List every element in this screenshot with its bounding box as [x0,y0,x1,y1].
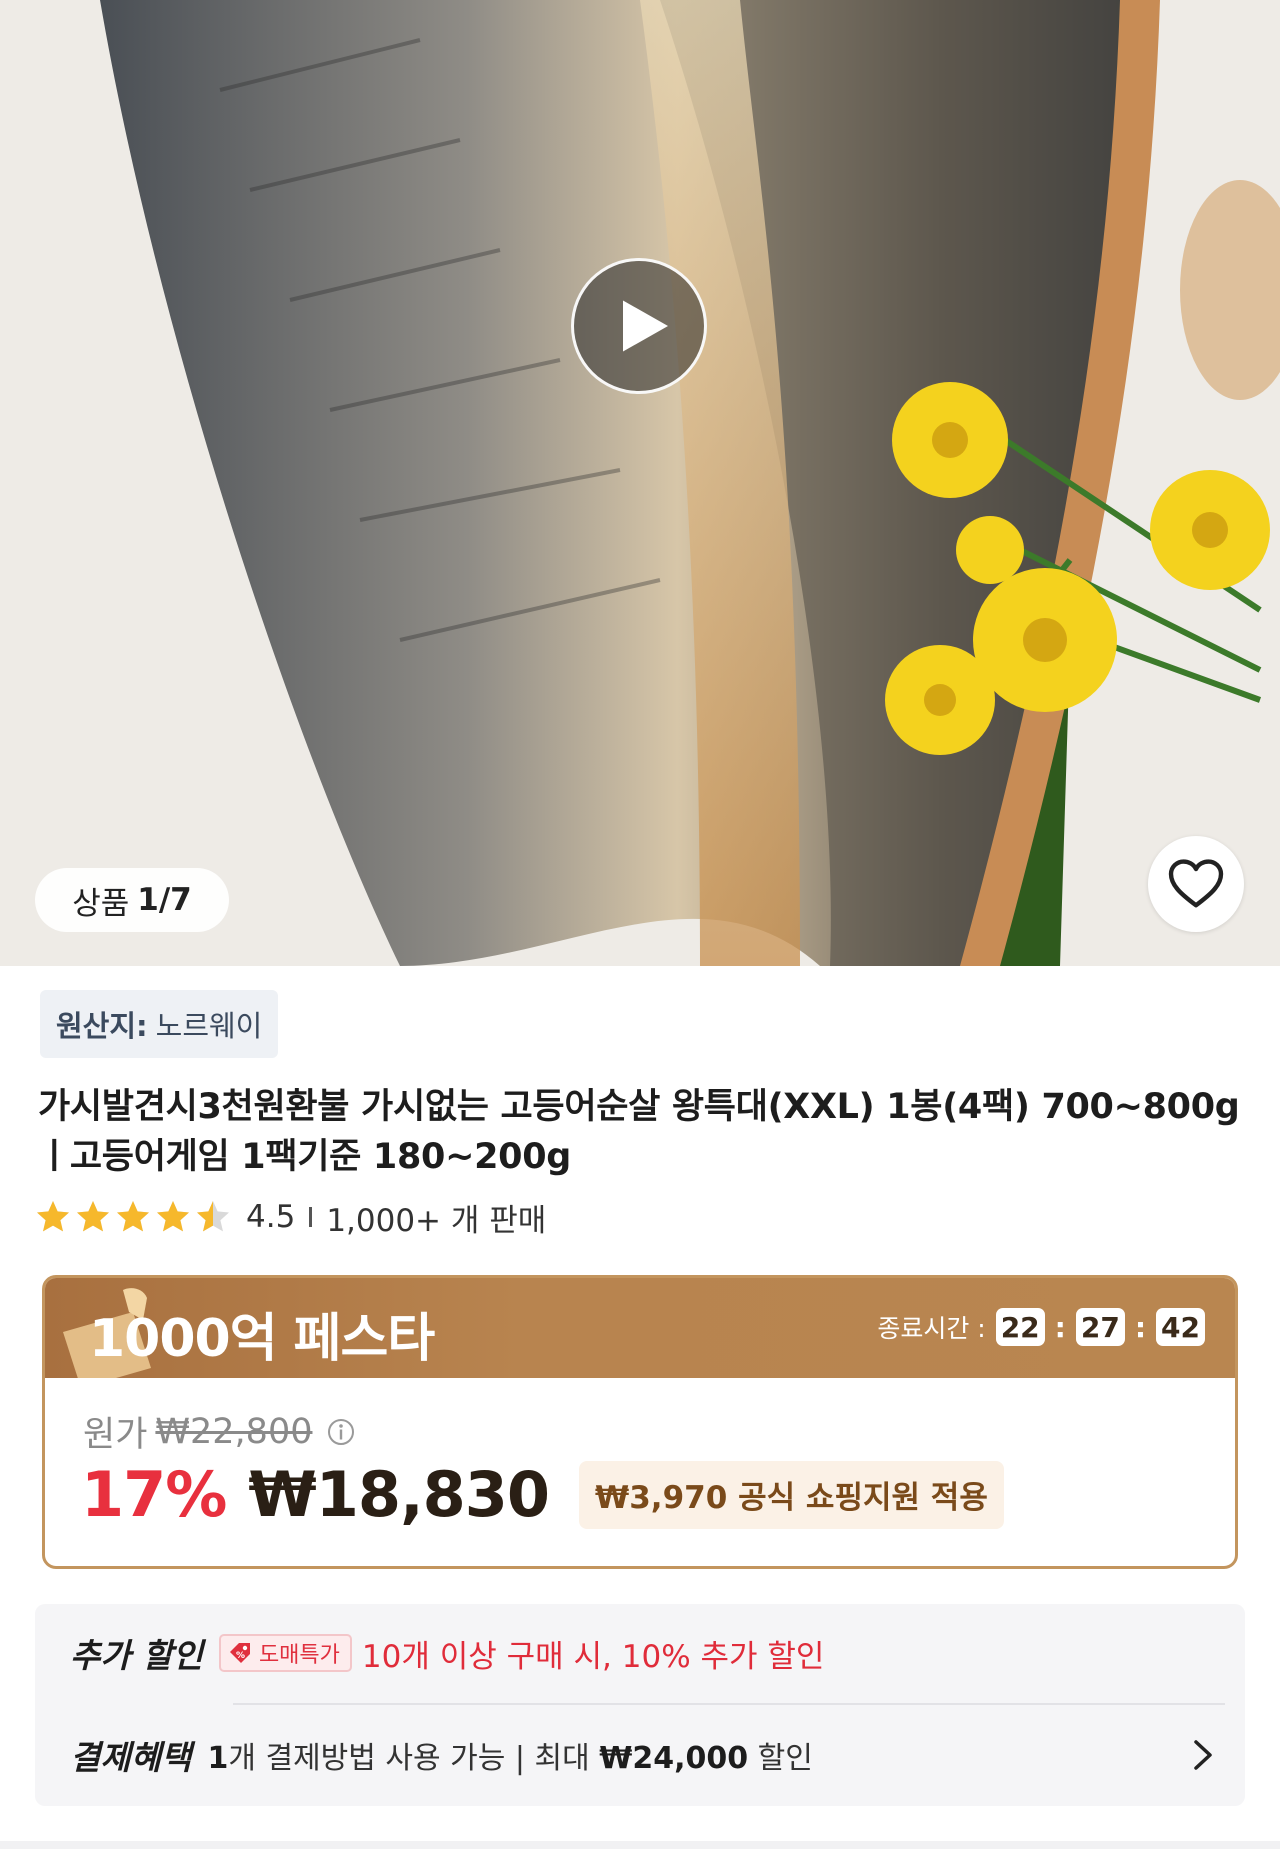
info-icon[interactable] [326,1417,356,1447]
promo-header: 1000억 페스타 종료시간 : 22 : 27 : 42 [45,1278,1235,1378]
star-icon [77,1201,109,1232]
image-counter: 상품 1/7 [35,868,229,932]
product-image-gallery[interactable]: 상품 1/7 [0,0,1280,966]
product-photo [0,0,1280,966]
extra-discount-text: 10개 이상 구매 시, 10% 추가 할인 [361,1638,825,1675]
timer-minutes: 27 [1075,1308,1125,1346]
chevron-right-icon[interactable] [1184,1736,1220,1774]
star-rating [34,1198,232,1236]
product-title: 가시발견시3천원환불 가시없는 고등어순살 왕특대(XXL) 1봉(4팩) 70… [38,1087,1240,1177]
countdown-timer: 종료시간 : 22 : 27 : 42 [877,1308,1205,1346]
promo-price-box: 1000억 페스타 종료시간 : 22 : 27 : 42 원가 ₩22,800… [42,1275,1238,1569]
heart-icon [1168,859,1224,908]
divider [309,1207,313,1227]
payment-count: 1 [207,1741,229,1776]
timer-label: 종료시간 : [877,1314,986,1343]
promo-title: 1000억 페스타 [89,1309,435,1369]
original-price-label: 원가 [83,1415,148,1455]
timer-colon: : [1054,1310,1066,1344]
star-icon [197,1201,229,1232]
section-divider [0,1841,1280,1849]
divider [233,1703,1225,1705]
image-counter-label: 상품 [72,885,130,922]
payment-amount: ₩24,000 [599,1741,749,1776]
original-price-row: 원가 ₩22,800 [83,1406,356,1457]
payment-text-end: 할인 [748,1741,813,1776]
star-icon [117,1201,149,1232]
sold-count: 1,000+ 개 판매 [326,1202,547,1239]
timer-seconds: 42 [1156,1308,1205,1346]
star-icon [157,1201,189,1232]
svg-text:%: % [236,1651,245,1661]
star-icon [37,1201,69,1232]
tag-icon: % [229,1643,250,1663]
payment-text-mid: 개 결제방법 사용 가능 | 최대 [228,1741,600,1776]
play-icon [623,300,668,352]
extra-discount-row: 추가 할인 % 도매특가 10개 이상 구매 시, 10% 추가 할인 [70,1628,824,1678]
origin-value: 노르웨이 [155,1009,263,1043]
original-price: ₩22,800 [155,1411,313,1452]
wholesale-badge: % 도매특가 [218,1634,352,1672]
rating-row[interactable]: 4.5 1,000+ 개 판매 [34,1195,546,1239]
payment-benefit-row[interactable]: 결제혜택 1개 결제방법 사용 가능 | 최대 ₩24,000 할인 [70,1730,1220,1780]
timer-hours: 22 [995,1308,1045,1346]
wholesale-badge-text: 도매특가 [258,1643,340,1668]
timer-colon: : [1134,1310,1147,1344]
origin-key: 원산지: [56,1009,148,1043]
benefits-box: 추가 할인 % 도매특가 10개 이상 구매 시, 10% 추가 할인 결제혜택… [35,1604,1245,1806]
image-counter-value: 1/7 [137,882,192,918]
payment-benefit-label: 결제혜택 [70,1738,192,1777]
wishlist-button[interactable] [1148,836,1244,932]
payment-benefit-text: 1개 결제방법 사용 가능 | 최대 ₩24,000 할인 [207,1733,812,1777]
sale-price: ₩18,830 [248,1458,550,1531]
origin-badge: 원산지: 노르웨이 [40,990,279,1058]
discount-percent: 17% [81,1458,227,1531]
extra-discount-label: 추가 할인 [70,1636,203,1675]
sale-price-row: 17% ₩18,830 ₩3,970 공식 쇼핑지원 적용 [81,1458,1004,1531]
video-play-button[interactable] [571,258,707,394]
shopping-support-badge: ₩3,970 공식 쇼핑지원 적용 [579,1460,1004,1529]
rating-value: 4.5 [246,1199,296,1235]
